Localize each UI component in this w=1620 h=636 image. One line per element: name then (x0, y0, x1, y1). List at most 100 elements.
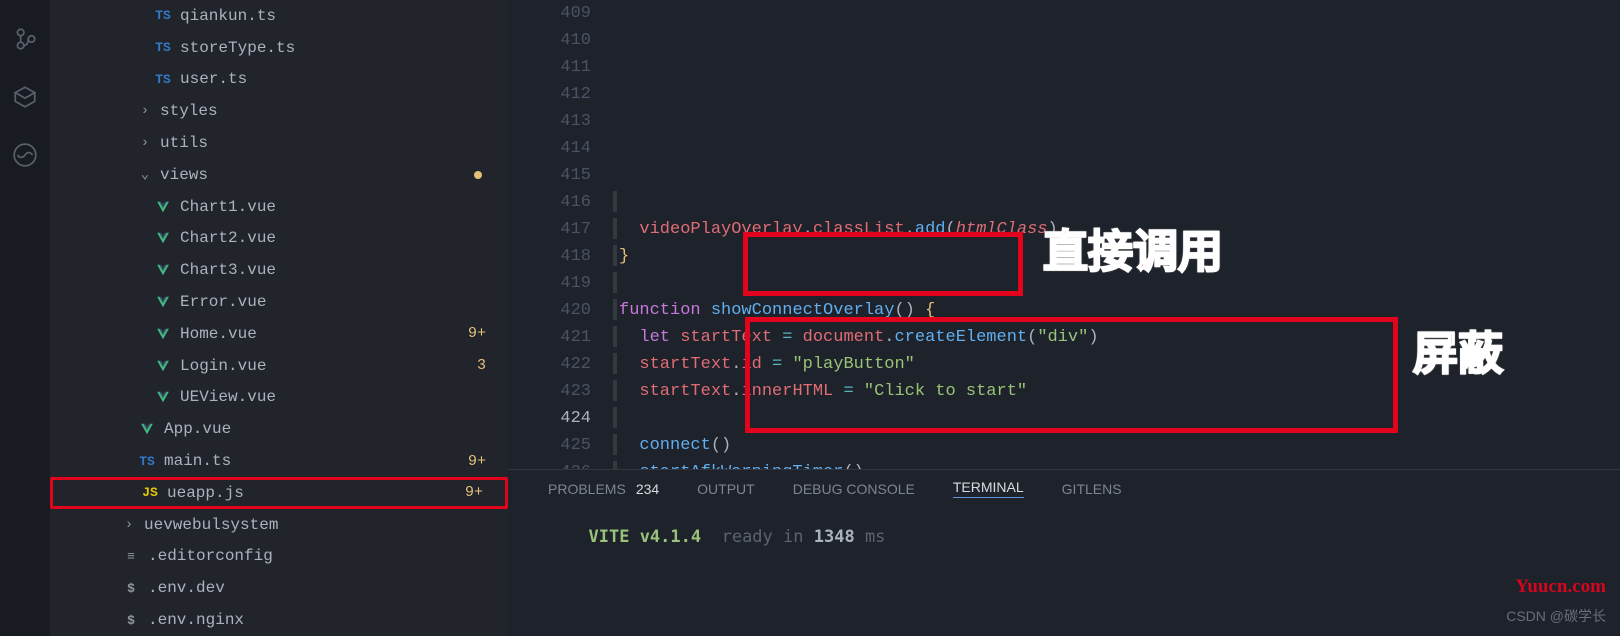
file-name: user.ts (180, 70, 492, 88)
line-number: 425 (508, 432, 591, 459)
run-icon[interactable] (11, 141, 39, 169)
file-name: storeType.ts (180, 39, 492, 57)
source-control-icon[interactable] (11, 25, 39, 53)
cfg-icon: ≡ (122, 549, 140, 564)
line-numbers: 4094104114124134144154164174184194204214… (508, 0, 613, 469)
ts-icon: TS (154, 8, 172, 23)
file-row-Home-vue[interactable]: Home.vue 9+ (50, 318, 508, 350)
vue-icon (154, 390, 172, 404)
file-name: utils (160, 134, 492, 152)
line-number: 422 (508, 351, 591, 378)
file-explorer[interactable]: TSqiankun.tsTSstoreType.tsTSuser.ts›styl… (50, 0, 508, 636)
line-number: 411 (508, 54, 591, 81)
line-number: 420 (508, 297, 591, 324)
line-number: 415 (508, 162, 591, 189)
terminal-output[interactable]: VITE v4.1.4 ready in 1348 ms (508, 507, 1620, 636)
ts-icon: TS (138, 454, 156, 469)
file-name: Chart2.vue (180, 229, 492, 247)
file-name: views (160, 166, 466, 184)
file-name: .env.nginx (148, 611, 492, 629)
vue-icon (154, 359, 172, 373)
tab-debug-console[interactable]: DEBUG CONSOLE (793, 481, 915, 497)
line-number: 419 (508, 270, 591, 297)
line-number: 412 (508, 81, 591, 108)
extensions-icon[interactable] (11, 83, 39, 111)
vue-icon (154, 295, 172, 309)
file-row-qiankun-ts[interactable]: TS qiankun.ts (50, 0, 508, 32)
vue-icon (154, 263, 172, 277)
panel-tabs: PROBLEMS 234 OUTPUT DEBUG CONSOLE TERMIN… (508, 469, 1620, 507)
file-name: qiankun.ts (180, 7, 492, 25)
file-row-UEView-vue[interactable]: UEView.vue (50, 382, 508, 414)
file-name: uevwebulsystem (144, 516, 492, 534)
file-name: .env.dev (148, 579, 492, 597)
code-line[interactable]: connect() (613, 432, 1620, 459)
line-number: 417 (508, 216, 591, 243)
line-number: 409 (508, 0, 591, 27)
file-name: main.ts (164, 452, 460, 470)
file-row-App-vue[interactable]: App.vue (50, 413, 508, 445)
file-name: Login.vue (180, 357, 469, 375)
git-badge: 9+ (468, 453, 492, 470)
vue-icon (154, 200, 172, 214)
tab-gitlens[interactable]: GITLENS (1062, 481, 1122, 497)
line-number: 410 (508, 27, 591, 54)
vue-icon (154, 327, 172, 341)
git-badge: 9+ (465, 484, 489, 501)
file-row-uevwebulsystem[interactable]: › uevwebulsystem (50, 509, 508, 541)
file-row-Chart1-vue[interactable]: Chart1.vue (50, 191, 508, 223)
git-badge (474, 171, 482, 179)
file-row-main-ts[interactable]: TS main.ts 9+ (50, 445, 508, 477)
code-area[interactable]: 直接调用 屏蔽 videoPlayOverlay.classList.add(h… (613, 0, 1620, 469)
code-line[interactable] (613, 405, 1620, 432)
file-name: .editorconfig (148, 547, 492, 565)
file-name: Chart3.vue (180, 261, 492, 279)
chevron-icon: ⌄ (138, 166, 152, 183)
annotation-label-1: 直接调用 (1043, 238, 1223, 265)
file-row--env-nginx[interactable]: $ .env.nginx (50, 604, 508, 636)
file-row-Login-vue[interactable]: Login.vue 3 (50, 350, 508, 382)
vue-icon (138, 422, 156, 436)
problems-count: 234 (636, 481, 659, 497)
vue-icon (154, 231, 172, 245)
file-name: App.vue (164, 420, 492, 438)
line-number: 424 (508, 405, 591, 432)
tab-problems[interactable]: PROBLEMS 234 (548, 481, 659, 497)
annotation-label-2: 屏蔽 (1413, 340, 1503, 367)
file-row-utils[interactable]: › utils (50, 127, 508, 159)
env-icon: $ (122, 581, 140, 596)
code-line[interactable]: function showConnectOverlay() { (613, 297, 1620, 324)
file-row-ueapp-js[interactable]: JSueapp.js9+ (50, 477, 508, 509)
git-badge: 3 (477, 357, 492, 374)
file-name: Error.vue (180, 293, 492, 311)
watermark-yuucn: Yuucn.com (1515, 576, 1606, 598)
file-row--editorconfig[interactable]: ≡ .editorconfig (50, 541, 508, 573)
file-row-Error-vue[interactable]: Error.vue (50, 286, 508, 318)
tab-terminal[interactable]: TERMINAL (953, 479, 1024, 498)
file-name: ueapp.js (167, 484, 457, 502)
file-row-views[interactable]: ⌄ views (50, 159, 508, 191)
file-row-storeType-ts[interactable]: TSstoreType.ts (50, 32, 508, 64)
line-number: 413 (508, 108, 591, 135)
file-row--env-dev[interactable]: $ .env.dev (50, 572, 508, 604)
file-row-Chart3-vue[interactable]: Chart3.vue (50, 254, 508, 286)
chevron-icon: › (138, 135, 152, 151)
code-line[interactable] (613, 189, 1620, 216)
ts-icon: TS (154, 72, 172, 87)
chevron-icon: › (138, 103, 152, 119)
file-name: UEView.vue (180, 388, 492, 406)
tab-output[interactable]: OUTPUT (697, 481, 755, 497)
line-number: 423 (508, 378, 591, 405)
git-badge: 9+ (468, 325, 492, 342)
code-line[interactable]: startText.innerHTML = "Click to start" (613, 378, 1620, 405)
file-row-user-ts[interactable]: TS user.ts (50, 64, 508, 96)
chevron-icon: › (122, 517, 136, 533)
file-row-Chart2-vue[interactable]: Chart2.vue (50, 223, 508, 255)
file-row-styles[interactable]: › styles (50, 95, 508, 127)
code-line[interactable]: startAfkWarningTimer() (613, 459, 1620, 469)
env-icon: $ (122, 613, 140, 628)
file-name: Home.vue (180, 325, 460, 343)
line-number: 414 (508, 135, 591, 162)
line-number: 421 (508, 324, 591, 351)
file-name: styles (160, 102, 492, 120)
